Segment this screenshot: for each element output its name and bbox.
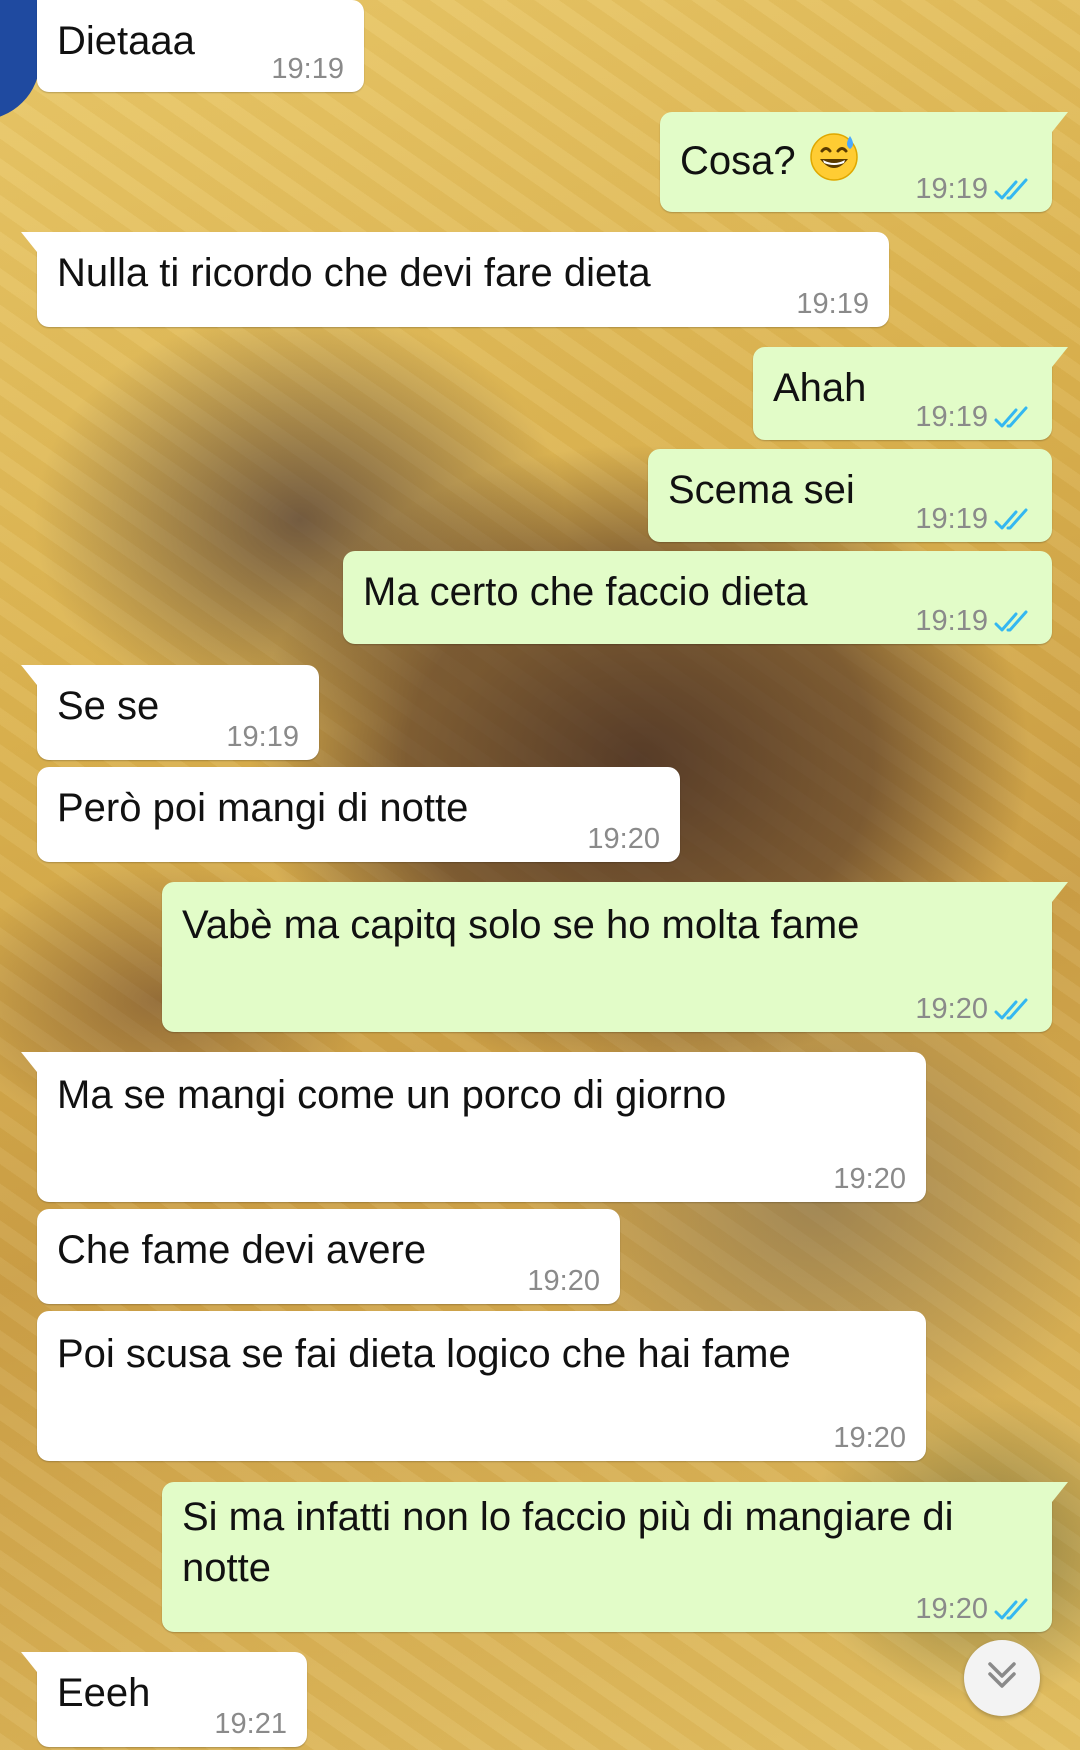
message-outgoing[interactable]: Ma certo che faccio dieta 19:19 (343, 551, 1052, 644)
message-time: 19:19 (915, 173, 988, 205)
scroll-to-bottom-button[interactable] (964, 1640, 1040, 1716)
message-outgoing[interactable]: Scema sei 19:19 (648, 449, 1052, 542)
message-incoming[interactable]: Che fame devi avere 19:20 (37, 1209, 620, 1304)
message-time: 19:20 (915, 1593, 988, 1625)
grinning-face-with-sweat-emoji-icon (808, 130, 860, 182)
message-text: Ma se mangi come un porco di giorno (57, 1073, 727, 1117)
message-incoming[interactable]: Nulla ti ricordo che devi fare dieta 19:… (21, 232, 889, 327)
message-meta: 19:19 (271, 55, 344, 84)
read-receipt-double-check-icon (994, 178, 1032, 202)
message-time: 19:20 (587, 823, 660, 855)
message-meta: 19:20 (833, 1165, 906, 1194)
message-outgoing[interactable]: Cosa? 19:19 (660, 112, 1068, 212)
message-meta: 19:19 (915, 607, 1032, 636)
message-time: 19:19 (915, 605, 988, 637)
message-meta: 19:19 (226, 723, 299, 752)
read-receipt-double-check-icon (994, 406, 1032, 430)
message-incoming[interactable]: Eeeh 19:21 (21, 1652, 307, 1747)
message-time: 19:20 (833, 1422, 906, 1454)
message-outgoing[interactable]: Si ma infatti non lo faccio più di mangi… (162, 1482, 1068, 1632)
message-text: Dietaaa (57, 19, 195, 63)
message-time: 19:21 (214, 1708, 287, 1740)
message-text: Eeeh (57, 1671, 151, 1715)
message-time: 19:20 (833, 1163, 906, 1195)
message-meta: 19:19 (915, 505, 1032, 534)
message-meta: 19:20 (915, 995, 1032, 1024)
message-time: 19:19 (915, 503, 988, 535)
message-text: Poi scusa se fai dieta logico che hai fa… (57, 1332, 791, 1376)
message-incoming[interactable]: Però poi mangi di notte 19:20 (37, 767, 680, 862)
message-text: Però poi mangi di notte (57, 786, 469, 830)
message-text: Cosa? (680, 130, 860, 188)
message-meta: 19:20 (915, 1595, 1032, 1624)
message-meta: 19:20 (527, 1267, 600, 1296)
message-text: Se se (57, 684, 160, 728)
message-text: Ahah (773, 366, 867, 410)
message-text-content: Cosa? (680, 139, 796, 183)
message-incoming[interactable]: Poi scusa se fai dieta logico che hai fa… (37, 1311, 926, 1461)
message-text: Nulla ti ricordo che devi fare dieta (57, 251, 651, 295)
read-receipt-double-check-icon (994, 508, 1032, 532)
message-meta: 19:19 (796, 290, 869, 319)
message-meta: 19:21 (214, 1710, 287, 1739)
message-text: Vabè ma capitq solo se ho molta fame (182, 903, 860, 947)
double-chevron-down-icon (982, 1656, 1022, 1701)
message-list[interactable]: Dietaaa 19:19 Cosa? 19:19 Nulla ti ricor… (0, 0, 1080, 1750)
message-incoming[interactable]: Ma se mangi come un porco di giorno 19:2… (21, 1052, 926, 1202)
message-time: 19:20 (527, 1265, 600, 1297)
message-text: Ma certo che faccio dieta (363, 570, 808, 614)
message-time: 19:20 (915, 993, 988, 1025)
message-time: 19:19 (796, 288, 869, 320)
message-text: Che fame devi avere (57, 1228, 427, 1272)
message-text: Si ma infatti non lo faccio più di mangi… (182, 1495, 954, 1591)
message-time: 19:19 (226, 721, 299, 753)
message-meta: 19:19 (915, 403, 1032, 432)
message-outgoing[interactable]: Ahah 19:19 (753, 347, 1068, 440)
message-incoming[interactable]: Se se 19:19 (21, 665, 319, 760)
message-time: 19:19 (271, 53, 344, 85)
message-text: Scema sei (668, 468, 855, 512)
message-outgoing[interactable]: Vabè ma capitq solo se ho molta fame 19:… (162, 882, 1068, 1032)
read-receipt-double-check-icon (994, 610, 1032, 634)
message-incoming[interactable]: Dietaaa 19:19 (37, 0, 364, 92)
message-meta: 19:20 (587, 825, 660, 854)
read-receipt-double-check-icon (994, 998, 1032, 1022)
message-time: 19:19 (915, 401, 988, 433)
message-meta: 19:20 (833, 1424, 906, 1453)
message-meta: 19:19 (915, 175, 1032, 204)
read-receipt-double-check-icon (994, 1598, 1032, 1622)
